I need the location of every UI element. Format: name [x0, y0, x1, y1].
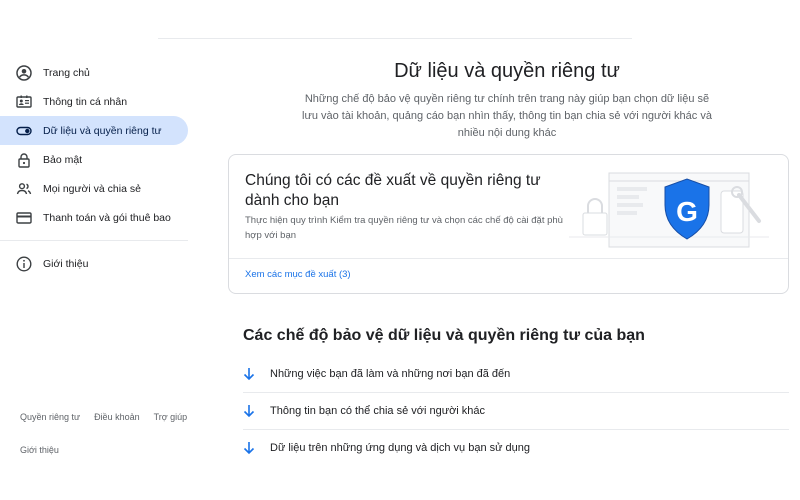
terms-link[interactable]: Điều khoản	[94, 412, 140, 422]
arrow-down-icon	[243, 441, 255, 455]
history-settings-row[interactable]: Những việc bạn đã làm và những nơi bạn đ…	[243, 355, 789, 392]
help-link[interactable]: Trợ giúp	[154, 412, 188, 422]
privacy-checkup-card: Chúng tôi có các đề xuất về quyền riêng …	[228, 154, 789, 294]
footer-links: Quyền riêng tư Điều khoản Trợ giúp	[20, 412, 201, 422]
sidebar-item-security[interactable]: Bảo mật	[0, 145, 188, 174]
sidebar-item-payments[interactable]: Thanh toán và gói thuê bao	[0, 203, 188, 232]
view-recommendations-link[interactable]: Xem các mục đề xuất (3)	[245, 269, 351, 280]
row-label: Những việc bạn đã làm và những nơi bạn đ…	[270, 367, 511, 380]
arrow-down-icon	[243, 404, 255, 418]
sidebar-item-home[interactable]: Trang chủ	[0, 58, 188, 87]
card-divider	[229, 258, 788, 259]
sidebar-item-label: Thanh toán và gói thuê bao	[43, 211, 171, 224]
row-label: Thông tin bạn có thể chia sẻ với người k…	[270, 404, 486, 417]
privacy-link[interactable]: Quyền riêng tư	[20, 412, 80, 422]
people-icon	[16, 181, 32, 197]
card-description: Thực hiện quy trình Kiểm tra quyền riêng…	[245, 215, 563, 241]
section-title: Các chế độ bảo vệ dữ liệu và quyền riêng…	[243, 327, 645, 344]
card-title: Chúng tôi có các đề xuất về quyền riêng …	[245, 172, 541, 209]
page-title: Dữ liệu và quyền riêng tư	[394, 60, 620, 82]
shield-g-letter: G	[676, 196, 698, 227]
sidebar-item-label: Mọi người và chia sẻ	[43, 182, 141, 195]
toggle-icon	[16, 123, 32, 139]
privacy-checkup-illustration: G	[569, 172, 769, 248]
sidebar-item-label: Giới thiệu	[43, 257, 89, 270]
row-label: Dữ liệu trên những ứng dụng và dịch vụ b…	[270, 441, 531, 454]
id-card-icon	[16, 94, 32, 110]
sidebar-item-about[interactable]: Giới thiệu	[0, 249, 188, 278]
sidebar-divider	[0, 240, 188, 241]
apps-services-data-row[interactable]: Dữ liệu trên những ứng dụng và dịch vụ b…	[243, 429, 789, 466]
arrow-down-icon	[243, 367, 255, 381]
top-divider	[158, 38, 632, 39]
sidebar-item-data-privacy[interactable]: Dữ liệu và quyền riêng tư	[0, 116, 188, 145]
sidebar-item-label: Bảo mật	[43, 153, 83, 166]
sidebar-item-label: Trang chủ	[43, 66, 90, 79]
sidebar-item-label: Thông tin cá nhân	[43, 95, 128, 108]
sidebar-nav: Trang chủ Thông tin cá nhân Dữ liệu và q…	[0, 58, 188, 278]
sidebar-item-personal-info[interactable]: Thông tin cá nhân	[0, 87, 188, 116]
account-circle-icon	[16, 64, 32, 81]
page-description: Những chế độ bảo vệ quyền riêng tư chính…	[302, 93, 712, 139]
sharing-info-row[interactable]: Thông tin bạn có thể chia sẻ với người k…	[243, 392, 789, 429]
sidebar-item-label: Dữ liệu và quyền riêng tư	[43, 124, 162, 137]
lock-icon	[16, 152, 32, 168]
about-link[interactable]: Giới thiệu	[20, 445, 59, 455]
credit-card-icon	[16, 210, 32, 226]
sidebar-item-people-sharing[interactable]: Mọi người và chia sẻ	[0, 174, 188, 203]
info-icon	[16, 255, 32, 272]
